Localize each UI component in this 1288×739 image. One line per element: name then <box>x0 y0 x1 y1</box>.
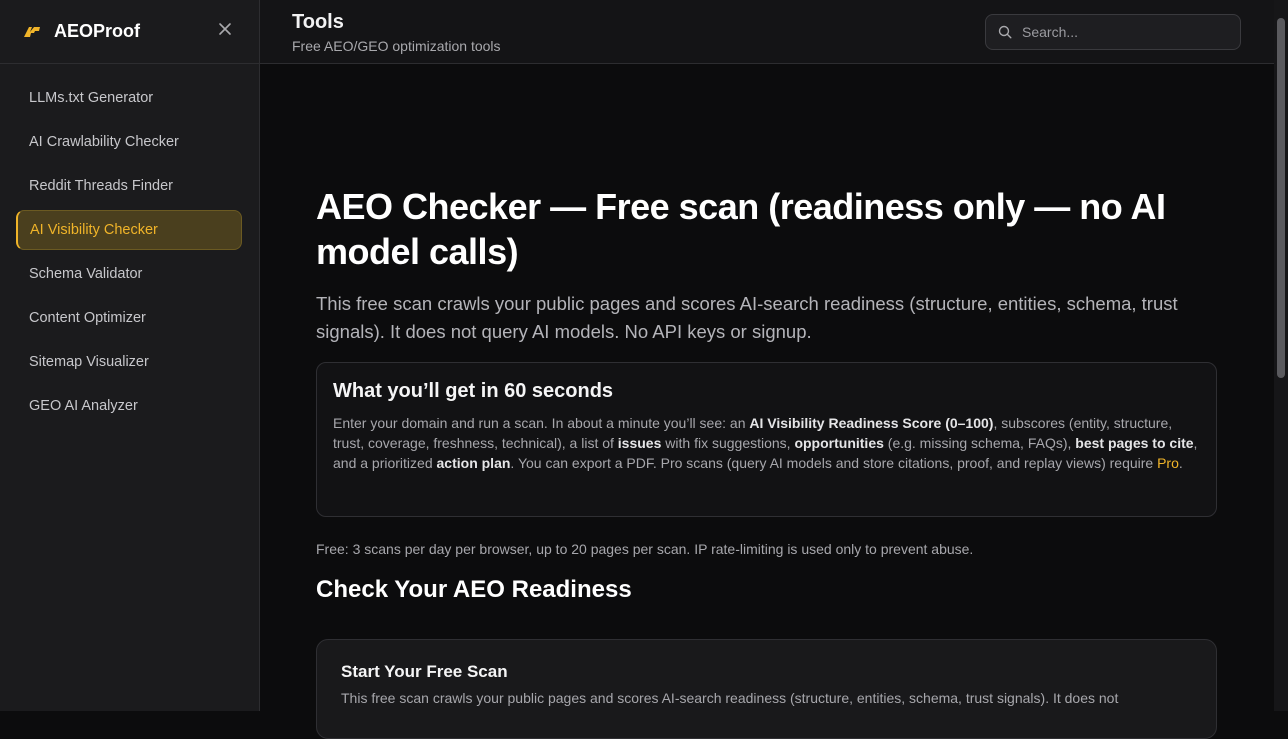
text-segment: with fix suggestions, <box>661 435 795 451</box>
sidebar-item-geo-ai-analyzer[interactable]: GEO AI Analyzer <box>16 386 242 426</box>
info-card-text: Enter your domain and run a scan. In abo… <box>333 413 1200 473</box>
close-sidebar-button[interactable] <box>217 22 233 38</box>
bold-issues: issues <box>617 435 662 451</box>
sidebar: AEOProof LLMs.txt Generator AI Crawlabil… <box>0 0 260 711</box>
sidebar-item-reddit-threads-finder[interactable]: Reddit Threads Finder <box>16 166 242 206</box>
bold-best-pages: best pages to cite <box>1075 435 1194 451</box>
close-icon <box>219 23 231 35</box>
text-segment: Enter your domain and run a scan. In abo… <box>333 415 750 431</box>
info-card-title: What you’ll get in 60 seconds <box>333 380 614 402</box>
bold-opportunities: opportunities <box>794 435 884 451</box>
scan-card-title: Start Your Free Scan <box>341 662 508 681</box>
search-input[interactable] <box>1022 24 1222 40</box>
info-card: What you’ll get in 60 seconds Enter your… <box>316 362 1217 517</box>
scan-card: Start Your Free Scan This free scan craw… <box>316 639 1217 739</box>
sidebar-item-schema-validator[interactable]: Schema Validator <box>16 254 242 294</box>
limits-note: Free: 3 scans per day per browser, up to… <box>316 541 974 557</box>
sidebar-item-sitemap-visualizer[interactable]: Sitemap Visualizer <box>16 342 242 382</box>
sidebar-item-ai-visibility-checker[interactable]: AI Visibility Checker <box>16 210 242 250</box>
bold-action-plan: action plan <box>436 455 511 471</box>
search-box[interactable] <box>985 14 1241 50</box>
brand-header: AEOProof <box>0 0 259 64</box>
scan-card-description: This free scan crawls your public pages … <box>341 690 1119 706</box>
text-segment: . You can export a PDF. Pro scans (query… <box>510 455 1158 471</box>
search-icon <box>998 25 1012 39</box>
bold-score: AI Visibility Readiness Score (0–100) <box>749 415 994 431</box>
main-heading: AEO Checker — Free scan (readiness only … <box>316 186 1166 272</box>
sidebar-nav: LLMs.txt Generator AI Crawlability Check… <box>0 64 259 426</box>
scrollbar[interactable] <box>1274 0 1288 711</box>
text-segment: . <box>1178 455 1183 471</box>
pro-link[interactable]: Pro <box>1157 455 1179 471</box>
ap-logo-icon <box>24 26 40 37</box>
section-title: Check Your AEO Readiness <box>316 576 632 603</box>
top-bar: Tools Free AEO/GEO optimization tools <box>260 0 1274 64</box>
page-subtitle: Free AEO/GEO optimization tools <box>292 38 501 54</box>
sidebar-item-ai-crawlability-checker[interactable]: AI Crawlability Checker <box>16 122 242 162</box>
lead-paragraph: This free scan crawls your public pages … <box>316 293 1178 342</box>
brand-logo <box>22 25 42 39</box>
scrollbar-thumb[interactable] <box>1277 18 1285 378</box>
brand-name: AEOProof <box>54 21 141 41</box>
sidebar-item-content-optimizer[interactable]: Content Optimizer <box>16 298 242 338</box>
sidebar-item-llms-txt-generator[interactable]: LLMs.txt Generator <box>16 78 242 118</box>
page-title: Tools <box>292 11 344 33</box>
text-segment: (e.g. missing schema, FAQs), <box>883 435 1076 451</box>
